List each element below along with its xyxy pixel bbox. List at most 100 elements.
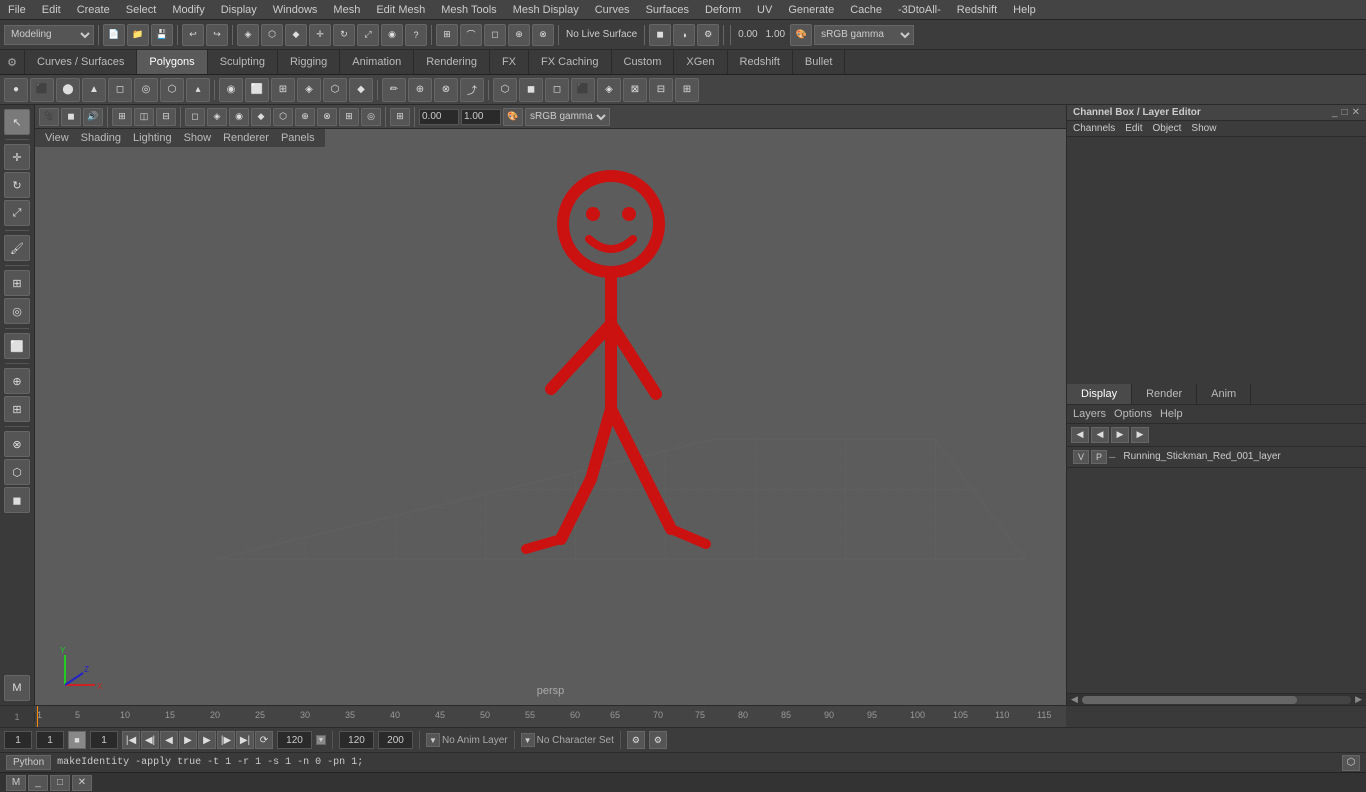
shelf-obj4[interactable]: ⬡ <box>323 78 347 102</box>
new-file-button[interactable]: 📄 <box>103 24 125 46</box>
layer-new-button[interactable]: ◀ <box>1071 427 1089 443</box>
char-set-dropdown[interactable]: ▼ <box>521 733 535 747</box>
vp-shade1-button[interactable]: ◻ <box>185 108 205 126</box>
restore-window[interactable]: □ <box>50 775 70 791</box>
paint-tool-button[interactable]: ◆ <box>285 24 307 46</box>
menu-create[interactable]: Create <box>69 2 118 18</box>
mode-selector[interactable]: Modeling <box>4 25 94 45</box>
move-tool-button[interactable]: ✛ <box>309 24 331 46</box>
current-frame-input[interactable] <box>4 731 32 749</box>
vp-shade5-button[interactable]: ⬡ <box>273 108 293 126</box>
maya-logo-button[interactable]: M <box>4 675 30 701</box>
shelf-cube[interactable]: ⬛ <box>30 78 54 102</box>
maya-icon[interactable]: M <box>6 775 26 791</box>
shelf-split[interactable]: ⊗ <box>434 78 458 102</box>
scale-mode-button[interactable]: ⤢ <box>4 200 30 226</box>
anim-layer-dropdown[interactable]: ▼ <box>426 733 440 747</box>
shelf-pen[interactable]: ✏ <box>382 78 406 102</box>
go-to-start-button[interactable]: |◀ <box>122 731 140 749</box>
shelf-pyramid[interactable]: ▴ <box>186 78 210 102</box>
tab-gear-icon[interactable]: ⚙ <box>0 50 25 74</box>
tab-fx-caching[interactable]: FX Caching <box>529 50 611 74</box>
vp-shade6-button[interactable]: ⊕ <box>295 108 315 126</box>
channels-menu[interactable]: Channels <box>1073 123 1115 134</box>
select-mode-button[interactable]: ↖ <box>4 109 30 135</box>
menu-display[interactable]: Display <box>213 2 265 18</box>
menu-modify[interactable]: Modify <box>164 2 212 18</box>
range-end2-input[interactable] <box>378 731 413 749</box>
range-end-input[interactable] <box>339 731 374 749</box>
menu-mesh[interactable]: Mesh <box>325 2 368 18</box>
edit-menu[interactable]: Edit <box>1125 123 1142 134</box>
snap-button[interactable]: ? <box>405 24 427 46</box>
color-space-icon[interactable]: 🎨 <box>790 24 812 46</box>
shelf-torus2[interactable]: ◉ <box>219 78 243 102</box>
next-key-button[interactable]: |▶ <box>217 731 235 749</box>
menu-windows[interactable]: Windows <box>265 2 326 18</box>
snap-to-view[interactable]: ⊗ <box>532 24 554 46</box>
move-mode-button[interactable]: ✛ <box>4 144 30 170</box>
vp-color-space-select[interactable]: sRGB gamma <box>525 108 610 126</box>
undo-button[interactable]: ↩ <box>182 24 204 46</box>
vp-camera-button[interactable]: 🎥 <box>39 108 59 126</box>
tab-redshift[interactable]: Redshift <box>728 50 793 74</box>
frame-color-box[interactable]: ■ <box>68 731 86 749</box>
shelf-obj5[interactable]: ◆ <box>349 78 373 102</box>
vp-layout2-button[interactable]: ◫ <box>134 108 154 126</box>
shelf-cone[interactable]: ▲ <box>82 78 106 102</box>
snap-to-curve[interactable]: ⌒ <box>460 24 482 46</box>
scroll-thumb[interactable] <box>1082 696 1297 704</box>
shelf-box5[interactable]: ◈ <box>597 78 621 102</box>
save-file-button[interactable]: 💾 <box>151 24 173 46</box>
rotate-tool-button[interactable]: ↻ <box>333 24 355 46</box>
menu-surfaces[interactable]: Surfaces <box>638 2 697 18</box>
menu-uv[interactable]: UV <box>749 2 780 18</box>
shelf-box4[interactable]: ⬛ <box>571 78 595 102</box>
lasso-tool-button[interactable]: ⬡ <box>261 24 283 46</box>
soft-select-button[interactable]: ◎ <box>4 298 30 324</box>
layer-p-button[interactable]: P <box>1091 450 1107 464</box>
render-settings-button[interactable]: ⚙ <box>697 24 719 46</box>
play-button[interactable]: ▶ <box>179 731 197 749</box>
rp-tab-display[interactable]: Display <box>1067 384 1132 404</box>
vp-shade9-button[interactable]: ◎ <box>361 108 381 126</box>
shelf-torus[interactable]: ◎ <box>134 78 158 102</box>
select-tool-button[interactable]: ◈ <box>237 24 259 46</box>
timeline-ruler[interactable]: 1 5 10 15 20 25 30 35 40 45 50 55 60 65 … <box>35 706 1066 727</box>
display-frame-input[interactable] <box>90 731 118 749</box>
vp-scale-input[interactable] <box>461 109 501 125</box>
vp-shade7-button[interactable]: ⊗ <box>317 108 337 126</box>
shelf-prism[interactable]: ⬡ <box>160 78 184 102</box>
tab-fx[interactable]: FX <box>490 50 529 74</box>
tab-polygons[interactable]: Polygons <box>137 50 207 74</box>
shelf-box7[interactable]: ⊟ <box>649 78 673 102</box>
frame-end-expand[interactable]: ▼ <box>316 735 326 745</box>
end-frame-input[interactable] <box>277 731 312 749</box>
universal-tool-button[interactable]: ◉ <box>381 24 403 46</box>
loop-button[interactable]: ⟳ <box>255 731 273 749</box>
tab-sculpting[interactable]: Sculpting <box>208 50 278 74</box>
object-menu[interactable]: Object <box>1153 123 1182 134</box>
menu-cache[interactable]: Cache <box>842 2 890 18</box>
prev-key-button[interactable]: ◀| <box>141 731 159 749</box>
shelf-box3[interactable]: ◻ <box>545 78 569 102</box>
color-space-selector[interactable]: sRGB gamma <box>814 25 914 45</box>
subtab-options[interactable]: Options <box>1114 408 1152 420</box>
tab-rendering[interactable]: Rendering <box>414 50 490 74</box>
viewport-canvas[interactable]: View Shading Lighting Show Renderer Pane… <box>35 129 1066 705</box>
open-file-button[interactable]: 📁 <box>127 24 149 46</box>
menu-redshift[interactable]: Redshift <box>949 2 1005 18</box>
menu-deform[interactable]: Deform <box>697 2 749 18</box>
vp-transform-input[interactable] <box>419 109 459 125</box>
render-button[interactable]: ◼ <box>649 24 671 46</box>
snap-grid-button[interactable]: ⊞ <box>4 270 30 296</box>
scroll-track[interactable] <box>1082 696 1351 704</box>
menu-edit[interactable]: Edit <box>34 2 69 18</box>
subtab-layers[interactable]: Layers <box>1073 408 1106 420</box>
vp-audio-button[interactable]: 🔊 <box>83 108 103 126</box>
menu-3dtall[interactable]: -3DtoAll- <box>890 2 949 18</box>
vp-film-button[interactable]: ◼ <box>61 108 81 126</box>
tool2-button[interactable]: ⊞ <box>4 396 30 422</box>
vp-grid-button[interactable]: ⊞ <box>390 108 410 126</box>
layer-next-button[interactable]: ▶ <box>1111 427 1129 443</box>
